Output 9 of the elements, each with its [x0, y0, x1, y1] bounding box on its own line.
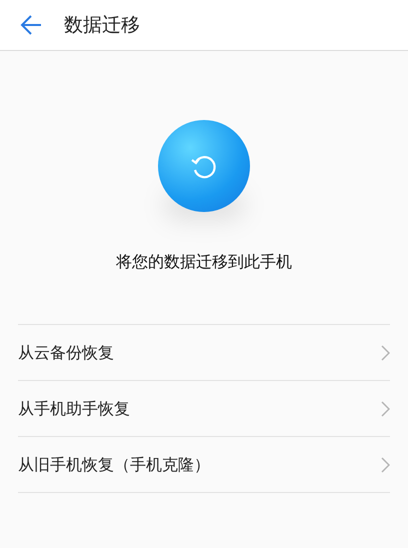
- page-title: 数据迁移: [64, 12, 140, 38]
- menu-item[interactable]: 从手机助手恢复: [18, 381, 390, 437]
- back-icon: [19, 14, 43, 36]
- menu-item[interactable]: 从旧手机恢复（手机克隆）: [18, 437, 390, 493]
- chevron-icon: [381, 344, 390, 360]
- chevron-icon: [381, 400, 390, 416]
- caption-text: 将您的数据迁移到此手机: [116, 251, 292, 273]
- chevron-icon: [381, 456, 390, 472]
- menu-item[interactable]: 从云备份恢复: [18, 325, 390, 381]
